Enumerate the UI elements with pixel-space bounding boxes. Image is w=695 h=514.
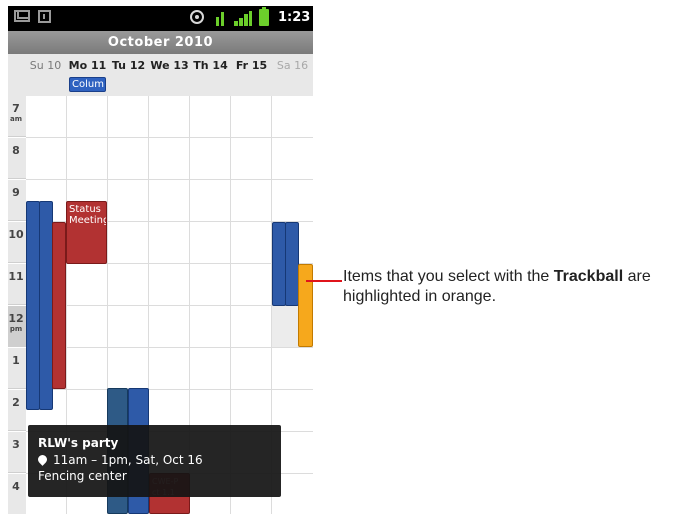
- hour-number: 8: [12, 144, 20, 157]
- clock-time: 1:23: [278, 10, 311, 25]
- battery-icon: [259, 7, 269, 26]
- hour-label: 7 am: [8, 96, 26, 137]
- event-block[interactable]: [26, 201, 40, 410]
- hour-ampm: pm: [9, 325, 23, 333]
- hour-label: 8: [8, 138, 26, 179]
- hour-number: 7: [12, 102, 20, 115]
- hour-label: 4: [8, 474, 26, 514]
- status-meeting-event[interactable]: Status Meeting: [66, 201, 107, 264]
- callout-annotation: Items that you select with the Trackball…: [343, 267, 693, 307]
- event-block[interactable]: [285, 222, 299, 306]
- network-activity-icon: [216, 10, 228, 26]
- mail-icon: [14, 10, 30, 22]
- day-header-sat[interactable]: Sa 16: [272, 59, 313, 72]
- day-header-sun[interactable]: Su 10: [25, 59, 66, 72]
- location-pin-icon: [36, 453, 49, 466]
- hour-label: 9: [8, 180, 26, 221]
- popup-time: 11am – 1pm, Sat, Oct 16: [53, 453, 203, 467]
- day-header-mon[interactable]: Mo 11: [67, 59, 108, 72]
- hour-label: 12 pm: [8, 306, 26, 347]
- day-header-thu[interactable]: Th 14: [190, 59, 231, 72]
- callout-text-before: Items that you select with the: [343, 268, 554, 285]
- hour-number: 12: [8, 312, 24, 325]
- week-day-header: Su 10 Mo 11 Tu 12 We 13 Th 14 Fr 15 Sa 1…: [8, 54, 313, 96]
- hour-number: 4: [12, 480, 20, 493]
- hour-label: 1: [8, 348, 26, 389]
- hour-label: 2: [8, 390, 26, 431]
- event-block[interactable]: [272, 222, 286, 306]
- event-details-popup[interactable]: RLW's party 11am – 1pm, Sat, Oct 16 Fenc…: [28, 425, 281, 497]
- callout-bold-word: Trackball: [553, 268, 624, 285]
- hour-number: 2: [12, 396, 20, 409]
- hour-gridline: [26, 347, 313, 348]
- hour-ampm: am: [9, 115, 23, 123]
- callout-pointer-line: [306, 280, 342, 282]
- hour-gridline: [26, 389, 313, 390]
- highlighted-event-rlw-party[interactable]: [298, 264, 313, 347]
- hour-number: 10: [8, 228, 24, 241]
- signal-icon: [234, 10, 252, 26]
- hour-number: 11: [8, 270, 24, 283]
- status-bar: 1:23: [8, 6, 313, 31]
- day-header-tue[interactable]: Tu 12: [108, 59, 149, 72]
- hour-label: 10: [8, 222, 26, 263]
- month-title: October 2010: [8, 31, 313, 54]
- hour-gridline: [26, 179, 313, 180]
- hour-number: 1: [12, 354, 20, 367]
- event-block[interactable]: [39, 201, 53, 410]
- hour-number: 9: [12, 186, 20, 199]
- hour-gridline: [26, 305, 313, 306]
- hour-number: 3: [12, 438, 20, 451]
- calendar-icon: [38, 10, 51, 23]
- day-header-wed[interactable]: We 13: [149, 59, 190, 72]
- hour-label: 3: [8, 432, 26, 473]
- popup-time-row: 11am – 1pm, Sat, Oct 16: [36, 453, 271, 467]
- gps-icon: [190, 10, 204, 24]
- popup-title: RLW's party: [38, 436, 119, 450]
- hour-gridline: [26, 137, 313, 138]
- day-header-fri[interactable]: Fr 15: [231, 59, 272, 72]
- hour-label: 11: [8, 264, 26, 305]
- all-day-event[interactable]: Colum: [69, 77, 106, 92]
- event-block[interactable]: [52, 222, 66, 389]
- popup-location: Fencing center: [38, 469, 127, 483]
